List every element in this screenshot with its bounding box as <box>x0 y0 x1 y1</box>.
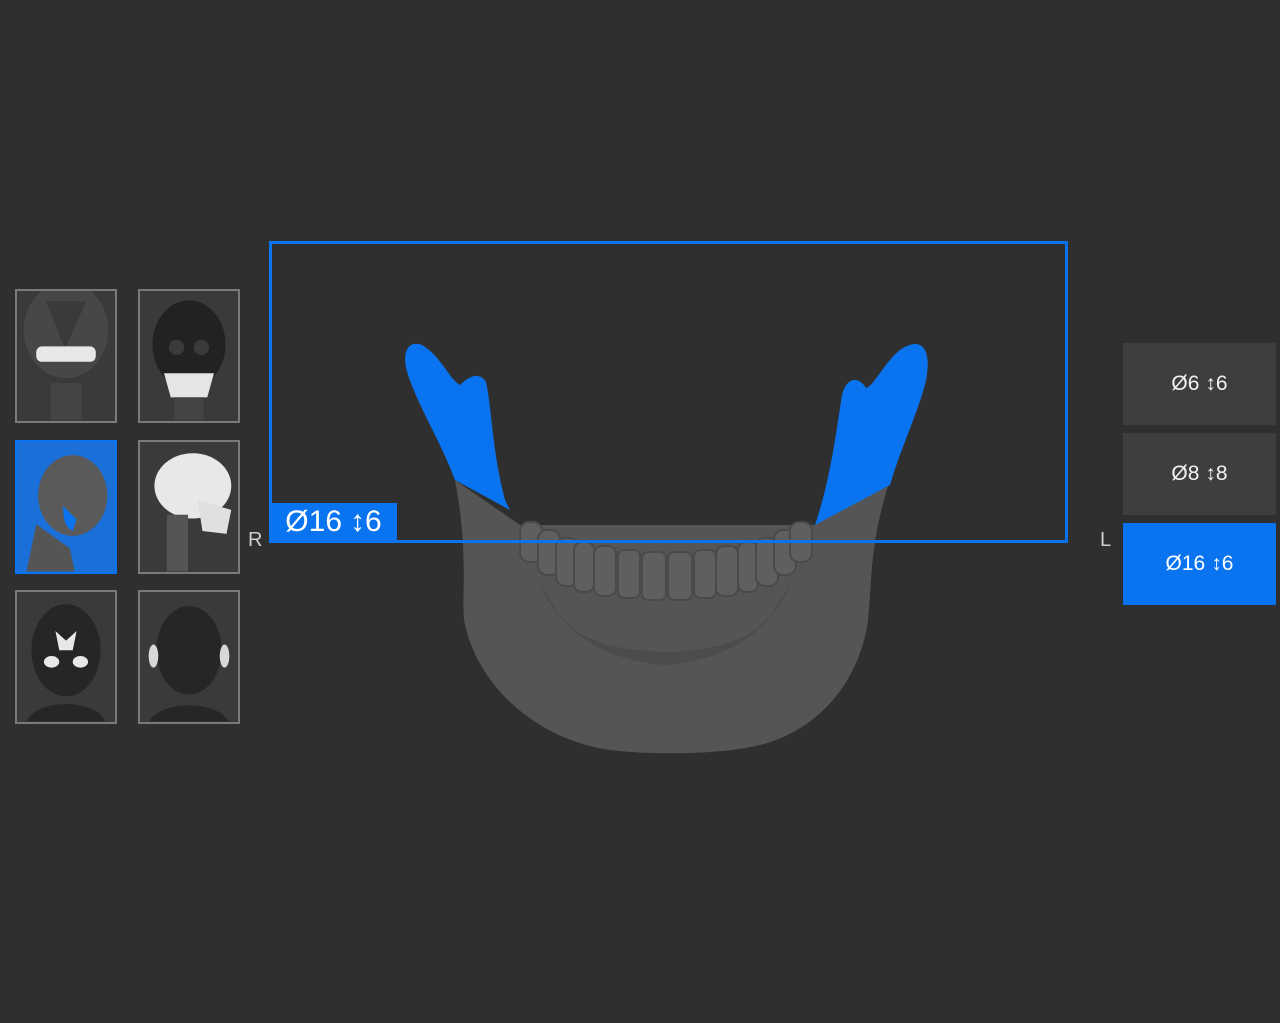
lateral-head-mandible-icon <box>17 442 115 572</box>
fov-tag-height: 6 <box>365 505 382 538</box>
fov-option-diameter: Ø16 <box>1165 552 1206 575</box>
thumb-lateral-skull[interactable] <box>138 440 240 574</box>
frontal-skull-teeth-icon <box>17 291 115 421</box>
fov-option-16x6[interactable]: Ø16 ↕ 6 <box>1123 523 1276 605</box>
fov-option-6x6[interactable]: Ø6 ↕ 6 <box>1123 343 1276 425</box>
fov-option-height: 6 <box>1215 372 1228 395</box>
left-side-label: L <box>1100 529 1112 551</box>
thumb-frontal-sinus[interactable] <box>15 590 117 724</box>
fov-size-tag: Ø16 ↕ 6 <box>270 503 397 541</box>
height-arrow-icon: ↕ <box>1211 552 1222 575</box>
fov-option-height: 8 <box>1215 462 1228 485</box>
fov-option-height: 6 <box>1221 552 1234 575</box>
sinus-frontal-icon <box>17 592 115 722</box>
thumb-frontal-skull[interactable] <box>138 289 240 423</box>
skull-frontal-icon <box>140 291 238 421</box>
skull-lateral-icon <box>140 442 238 572</box>
fov-tag-height-arrow-icon: ↕ <box>350 505 366 538</box>
height-arrow-icon: ↕ <box>1205 372 1216 395</box>
head-ears-icon <box>140 592 238 722</box>
thumb-frontal-jaw-teeth[interactable] <box>15 289 117 423</box>
thumb-lateral-mandible-ramus[interactable] <box>15 440 117 574</box>
mandible-inner-shade <box>540 585 790 665</box>
fov-option-diameter: Ø8 <box>1171 462 1200 485</box>
fov-option-8x8[interactable]: Ø8 ↕ 8 <box>1123 433 1276 515</box>
fov-selection-box[interactable] <box>269 241 1068 543</box>
height-arrow-icon: ↕ <box>1205 462 1216 485</box>
thumb-frontal-ears[interactable] <box>138 590 240 724</box>
right-side-label: R <box>248 529 263 551</box>
fov-tag-diameter: Ø16 <box>285 505 343 538</box>
fov-option-diameter: Ø6 <box>1171 372 1200 395</box>
